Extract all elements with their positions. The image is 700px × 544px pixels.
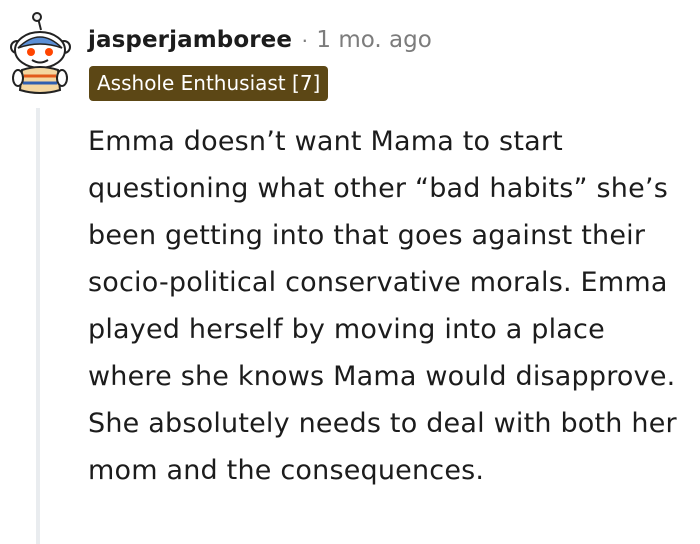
- comment-body-text: Emma doesn’t want Mama to start question…: [88, 126, 677, 486]
- comment-header: jasperjamboree · 1 mo. ago: [88, 20, 432, 60]
- meta-separator: ·: [301, 27, 309, 52]
- user-flair-badge: Asshole Enthusiast [7]: [89, 66, 329, 101]
- user-avatar[interactable]: [8, 10, 72, 94]
- comment-timestamp[interactable]: 1 mo. ago: [316, 27, 431, 53]
- reddit-snoo-avatar-icon: [10, 12, 71, 94]
- thread-collapse-line[interactable]: [36, 108, 40, 544]
- username-link[interactable]: jasperjamboree: [88, 27, 292, 53]
